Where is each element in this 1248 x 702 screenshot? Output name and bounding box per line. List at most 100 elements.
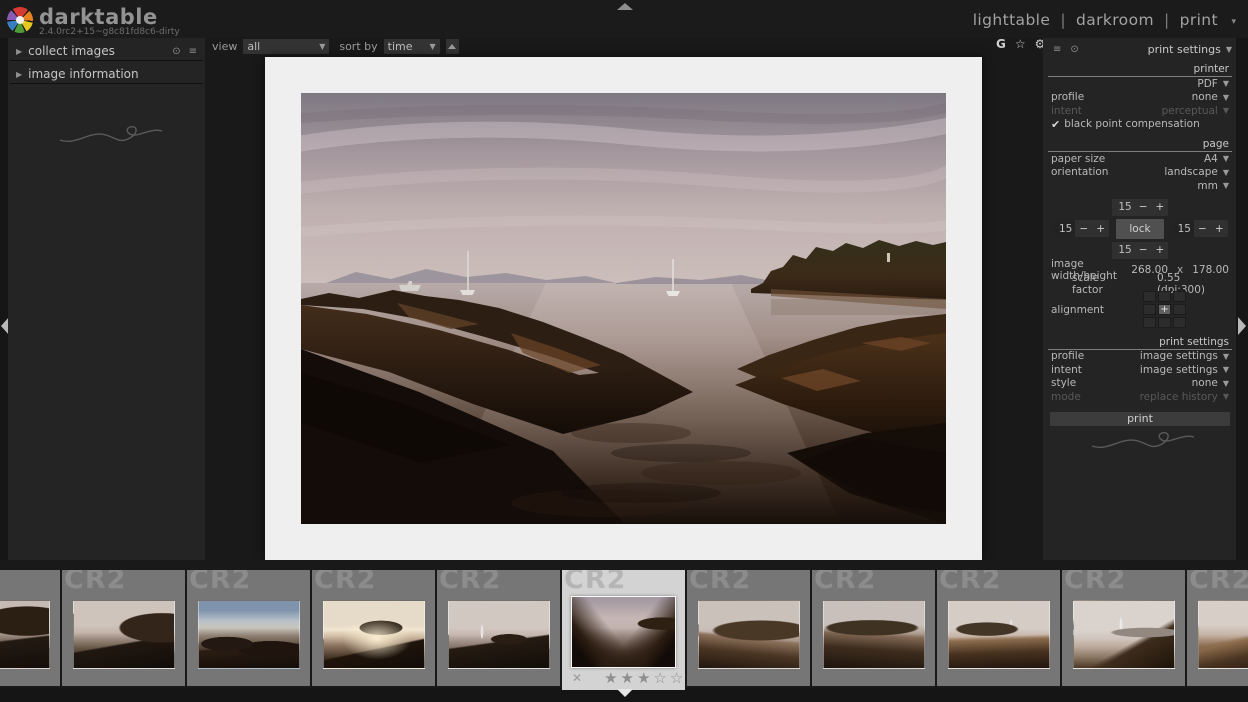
view-filter-dropdown[interactable]: all ▼ xyxy=(243,39,329,54)
sort-ascending-button[interactable] xyxy=(446,39,459,54)
filmstrip-thumbnail[interactable]: CR2 xyxy=(687,570,810,686)
expand-right-panel-icon[interactable] xyxy=(1238,317,1246,335)
printer-type-row: PDF▼ xyxy=(1048,77,1232,91)
thumbnail-image[interactable] xyxy=(823,600,925,669)
settings-intent-dropdown[interactable]: image settings▼ xyxy=(1140,364,1229,376)
settings-style-dropdown[interactable]: none▼ xyxy=(1192,377,1229,389)
print-preview-paper xyxy=(265,57,982,560)
filmstrip-thumbnail[interactable]: CR2✕★★★☆☆ xyxy=(562,570,685,690)
star-icon[interactable]: ★ xyxy=(604,669,620,687)
lock-margins-button[interactable]: lock xyxy=(1116,219,1164,239)
thumbnail-image[interactable] xyxy=(1198,600,1248,669)
filmstrip-thumbnail[interactable]: CR2 xyxy=(1187,570,1248,686)
view-filter-label: view xyxy=(212,40,237,53)
settings-profile-dropdown[interactable]: image settings▼ xyxy=(1140,350,1229,362)
collapse-filmstrip-icon[interactable] xyxy=(617,689,633,697)
collapse-top-panel-icon[interactable] xyxy=(617,3,633,10)
orientation-dropdown[interactable]: landscape▼ xyxy=(1164,166,1229,178)
settings-mode-row: mode replace history▼ xyxy=(1048,390,1232,404)
reset-icon[interactable]: ⊙ xyxy=(172,46,180,57)
align-bottom-left-button[interactable] xyxy=(1143,317,1156,328)
reject-icon[interactable]: ✕ xyxy=(572,671,582,685)
thumbnail-image[interactable] xyxy=(73,600,175,669)
filmstrip-thumbnail[interactable]: CR2 xyxy=(0,570,60,686)
print-preview-photo xyxy=(301,93,946,524)
printer-intent-dropdown: perceptual▼ xyxy=(1162,105,1229,117)
filmstrip-thumbnail[interactable]: CR2 xyxy=(812,570,935,686)
thumbnail-image[interactable] xyxy=(198,600,300,669)
view-print[interactable]: print xyxy=(1180,11,1218,29)
panel-reset-icon[interactable]: ⊙ xyxy=(1070,44,1078,55)
chevron-down-icon: ▼ xyxy=(1226,45,1232,54)
view-lighttable[interactable]: lighttable xyxy=(973,11,1051,29)
margin-right-spinner[interactable]: 15 − + xyxy=(1171,220,1228,237)
section-printer: printer xyxy=(1048,63,1232,77)
filmstrip-thumbnail[interactable]: CR2 xyxy=(937,570,1060,686)
align-bottom-right-button[interactable] xyxy=(1173,317,1186,328)
filmstrip-thumbnail[interactable]: CR2 xyxy=(1062,570,1185,686)
sort-dropdown[interactable]: time ▼ xyxy=(384,39,440,54)
align-top-right-button[interactable] xyxy=(1173,291,1186,302)
star-icon[interactable]: ★ xyxy=(621,669,637,687)
image-information-module-header[interactable]: ▶ image information xyxy=(10,65,203,84)
print-settings-module-header[interactable]: print settings ▼ xyxy=(1148,43,1232,56)
thumbnail-image[interactable] xyxy=(1073,600,1175,669)
unit-row: mm▼ xyxy=(1048,179,1232,193)
align-center-button[interactable]: + xyxy=(1158,304,1171,315)
increment-icon: + xyxy=(1092,223,1109,235)
printer-type-dropdown[interactable]: PDF▼ xyxy=(1197,78,1229,90)
printer-intent-row: intent perceptual▼ xyxy=(1048,104,1232,118)
unit-dropdown[interactable]: mm▼ xyxy=(1197,180,1229,192)
seascape-photo xyxy=(301,93,946,524)
settings-intent-row: intent image settings▼ xyxy=(1048,363,1232,377)
align-middle-left-button[interactable] xyxy=(1143,304,1156,315)
thumbnail-image[interactable] xyxy=(448,600,550,669)
filmstrip-thumbnail[interactable]: CR2 xyxy=(187,570,310,686)
star-icon[interactable]: ☆ xyxy=(653,669,669,687)
chevron-down-icon: ▼ xyxy=(1223,181,1229,190)
paper-size-dropdown[interactable]: A4▼ xyxy=(1204,153,1229,165)
black-point-compensation-checkbox[interactable]: ✔ black point compensation xyxy=(1048,118,1232,132)
filmstrip-thumbnail[interactable]: CR2 xyxy=(437,570,560,686)
chevron-down-icon: ▼ xyxy=(429,42,435,51)
top-panel: darktable 2.4.0rc2+15~g8c81fd8c6-dirty l… xyxy=(0,0,1248,38)
right-edge-column xyxy=(1236,38,1248,560)
chevron-down-icon: ▼ xyxy=(1223,392,1229,401)
overlays-star-icon[interactable]: ☆ xyxy=(1015,37,1026,51)
printer-profile-dropdown[interactable]: none▼ xyxy=(1192,91,1229,103)
views-menu-caret-icon[interactable]: ▾ xyxy=(1231,17,1236,27)
app-name: darktable xyxy=(39,7,180,27)
grouping-icon[interactable]: G xyxy=(996,37,1006,51)
file-extension-label: CR2 xyxy=(439,570,501,595)
orientation-row: orientation landscape▼ xyxy=(1048,166,1232,180)
filmstrip-thumbnail[interactable]: CR2 xyxy=(62,570,185,686)
chevron-down-icon: ▼ xyxy=(1223,79,1229,88)
margin-bottom-spinner[interactable]: 15 − + xyxy=(1112,242,1169,259)
rating-row: ✕★★★☆☆ xyxy=(562,669,685,687)
settings-mode-dropdown: replace history▼ xyxy=(1140,391,1229,403)
thumbnail-image[interactable] xyxy=(323,600,425,669)
view-darkroom[interactable]: darkroom xyxy=(1076,11,1154,29)
decrement-icon: − xyxy=(1135,201,1152,213)
filmstrip-thumbnail[interactable]: CR2 xyxy=(312,570,435,686)
thumbnail-image[interactable] xyxy=(698,600,800,669)
margin-top-spinner[interactable]: 15 − + xyxy=(1112,199,1169,216)
margin-left-spinner[interactable]: 15 − + xyxy=(1052,220,1109,237)
chevron-down-icon: ▼ xyxy=(1223,154,1229,163)
align-middle-right-button[interactable] xyxy=(1173,304,1186,315)
file-extension-label: CR2 xyxy=(1189,570,1248,595)
align-top-center-button[interactable] xyxy=(1158,291,1171,302)
decorative-flourish xyxy=(56,118,166,152)
thumbnail-image[interactable] xyxy=(571,596,676,668)
collect-images-module-header[interactable]: ▶ collect images ⊙ ≡ xyxy=(10,42,203,61)
decrement-icon: − xyxy=(1135,244,1152,256)
presets-icon[interactable]: ≡ xyxy=(189,46,197,57)
align-top-left-button[interactable] xyxy=(1143,291,1156,302)
star-icon[interactable]: ☆ xyxy=(670,669,685,687)
star-icon[interactable]: ★ xyxy=(637,669,653,687)
align-bottom-center-button[interactable] xyxy=(1158,317,1171,328)
thumbnail-image[interactable] xyxy=(948,600,1050,669)
panel-presets-icon[interactable]: ≡ xyxy=(1053,44,1061,55)
chevron-down-icon: ▼ xyxy=(1223,93,1229,102)
thumbnail-image[interactable] xyxy=(0,600,50,669)
